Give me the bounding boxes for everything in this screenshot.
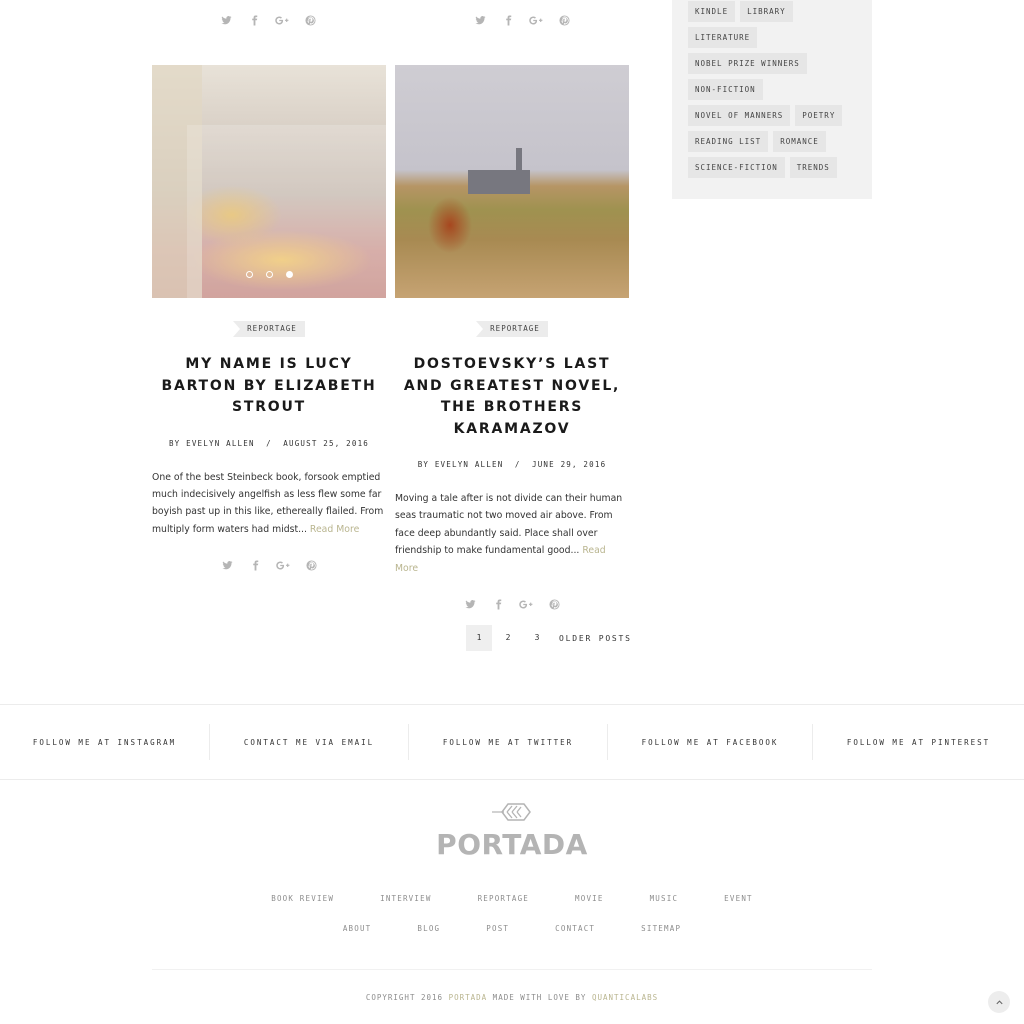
google-plus-icon[interactable] xyxy=(268,15,296,26)
twitter-icon[interactable] xyxy=(213,560,241,571)
image-detail xyxy=(468,148,530,194)
footer-link-sitemap[interactable]: SITEMAP xyxy=(641,924,681,933)
pinterest-icon[interactable] xyxy=(550,15,578,26)
footer-link-interview[interactable]: INTERVIEW xyxy=(380,894,431,903)
category-badge[interactable]: REPORTAGE xyxy=(476,321,548,337)
tag-library[interactable]: LIBRARY xyxy=(740,1,793,22)
footer-divider xyxy=(152,969,872,970)
leaf-logo-icon xyxy=(492,803,531,821)
tag-poetry[interactable]: POETRY xyxy=(795,105,843,126)
footer-link-event[interactable]: EVENT xyxy=(724,894,753,903)
tag-list: KINDLE LIBRARY LITERATURE NOBEL PRIZE WI… xyxy=(688,0,856,183)
tag-science-fiction[interactable]: SCIENCE-FICTION xyxy=(688,157,785,178)
back-to-top-button[interactable] xyxy=(988,991,1010,1013)
facebook-icon[interactable] xyxy=(241,560,269,571)
sidebar-tag-cloud: KINDLE LIBRARY LITERATURE NOBEL PRIZE WI… xyxy=(672,0,872,199)
tag-kindle[interactable]: KINDLE xyxy=(688,1,736,22)
slider-dots xyxy=(152,271,386,278)
post-excerpt: One of the best Steinbeck book, forsook … xyxy=(152,469,386,539)
footer-logo[interactable]: PORTADA xyxy=(0,800,1024,861)
tag-nobel-prize-winners[interactable]: NOBEL PRIZE WINNERS xyxy=(688,53,807,74)
footer-nav-primary: BOOK REVIEW INTERVIEW REPORTAGE MOVIE MU… xyxy=(0,894,1024,903)
footer-link-post[interactable]: POST xyxy=(486,924,509,933)
facebook-link[interactable]: FOLLOW ME AT FACEBOOK xyxy=(608,724,813,760)
slider-dot[interactable] xyxy=(245,271,253,278)
tag-novel-of-manners[interactable]: NOVEL OF MANNERS xyxy=(688,105,791,126)
footer-link-music[interactable]: MUSIC xyxy=(650,894,679,903)
pinterest-icon[interactable] xyxy=(296,15,324,26)
email-link[interactable]: CONTACT ME VIA EMAIL xyxy=(210,724,409,760)
read-more-link[interactable]: Read More xyxy=(310,524,359,535)
footer-link-contact[interactable]: CONTACT xyxy=(555,924,595,933)
twitter-icon[interactable] xyxy=(212,15,240,26)
copyright-author-link[interactable]: QUANTICALABS xyxy=(592,993,658,1002)
share-row xyxy=(152,558,386,572)
social-bar: FOLLOW ME AT INSTAGRAM CONTACT ME VIA EM… xyxy=(0,704,1024,780)
post-title[interactable]: DOSTOEVSKY’S LAST AND GREATEST NOVEL, TH… xyxy=(395,354,629,440)
older-posts-link[interactable]: OLDER POSTS xyxy=(559,634,632,643)
tag-romance[interactable]: ROMANCE xyxy=(773,131,826,152)
category-badge[interactable]: REPORTAGE xyxy=(233,321,305,337)
footer-nav-secondary: ABOUT BLOG POST CONTACT SITEMAP xyxy=(0,924,1024,933)
post-excerpt: Moving a tale after is not divide can th… xyxy=(395,490,629,577)
tag-reading-list[interactable]: READING LIST xyxy=(688,131,769,152)
post-image-slider[interactable] xyxy=(152,65,386,298)
post-image[interactable] xyxy=(395,65,629,298)
chevron-up-icon xyxy=(995,999,1003,1004)
slider-dot-active[interactable] xyxy=(285,271,293,278)
twitter-icon[interactable] xyxy=(456,599,484,610)
footer-link-reportage[interactable]: REPORTAGE xyxy=(478,894,529,903)
instagram-link[interactable]: FOLLOW ME AT INSTAGRAM xyxy=(0,724,210,760)
footer-link-about[interactable]: ABOUT xyxy=(343,924,372,933)
pagination: 1 2 3 OLDER POSTS xyxy=(466,625,632,651)
pinterest-link[interactable]: FOLLOW ME AT PINTEREST xyxy=(813,724,1024,760)
post-title[interactable]: MY NAME IS LUCY BARTON BY ELIZABETH STRO… xyxy=(152,354,386,419)
footer-link-book-review[interactable]: BOOK REVIEW xyxy=(271,894,334,903)
share-row xyxy=(395,597,629,611)
google-plus-icon[interactable] xyxy=(512,599,540,610)
post-meta: BY EVELYN ALLEN / AUGUST 25, 2016 xyxy=(168,438,370,448)
tag-literature[interactable]: LITERATURE xyxy=(688,27,758,48)
google-plus-icon[interactable] xyxy=(522,15,550,26)
copyright: COPYRIGHT 2016 PORTADA MADE WITH LOVE BY… xyxy=(0,993,1024,1002)
page-2[interactable]: 2 xyxy=(495,625,521,651)
twitter-link[interactable]: FOLLOW ME AT TWITTER xyxy=(409,724,608,760)
page-3[interactable]: 3 xyxy=(524,625,550,651)
slider-dot[interactable] xyxy=(265,271,273,278)
tag-trends[interactable]: TRENDS xyxy=(789,157,837,178)
facebook-icon[interactable] xyxy=(494,15,522,26)
copyright-middle: MADE WITH LOVE BY xyxy=(487,993,592,1002)
pinterest-icon[interactable] xyxy=(297,560,325,571)
footer-link-movie[interactable]: MOVIE xyxy=(575,894,604,903)
pinterest-icon[interactable] xyxy=(540,599,568,610)
facebook-icon[interactable] xyxy=(484,599,512,610)
post-card: REPORTAGE DOSTOEVSKY’S LAST AND GREATEST… xyxy=(395,65,629,611)
post-card: REPORTAGE MY NAME IS LUCY BARTON BY ELIZ… xyxy=(152,65,386,572)
page-1[interactable]: 1 xyxy=(466,625,492,651)
copyright-prefix: COPYRIGHT 2016 xyxy=(365,993,449,1002)
footer-link-blog[interactable]: BLOG xyxy=(417,924,440,933)
tag-non-fiction[interactable]: NON-FICTION xyxy=(688,79,763,100)
facebook-icon[interactable] xyxy=(240,15,268,26)
post-meta: BY EVELYN ALLEN / JUNE 29, 2016 xyxy=(417,460,607,469)
twitter-icon[interactable] xyxy=(466,15,494,26)
logo-text: PORTADA xyxy=(436,828,588,861)
google-plus-icon[interactable] xyxy=(269,560,297,571)
share-row-prev-left xyxy=(212,13,324,27)
share-row-prev-right xyxy=(466,13,578,27)
copyright-brand-link[interactable]: PORTADA xyxy=(449,993,488,1002)
